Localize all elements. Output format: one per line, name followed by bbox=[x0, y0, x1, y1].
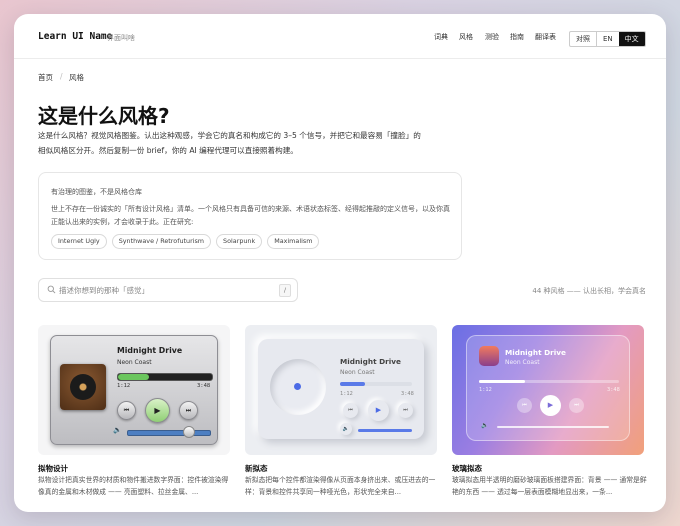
neumorph-player: Midnight Drive Neon Coast 1:12 3:48 ⏮ ▶ … bbox=[258, 339, 424, 439]
play-button[interactable]: ▶ bbox=[145, 398, 170, 423]
progress-bar[interactable] bbox=[117, 373, 213, 381]
dial-ring[interactable] bbox=[270, 359, 326, 415]
time-total: 3:48 bbox=[197, 383, 211, 389]
next-button[interactable]: ⏭ bbox=[179, 401, 198, 420]
style-count: 44 种风格 —— 认出长相，学会真名 bbox=[532, 287, 646, 295]
breadcrumb-separator: / bbox=[60, 72, 63, 81]
progress-bar[interactable] bbox=[479, 380, 619, 383]
card-title[interactable]: 新拟态 bbox=[245, 463, 268, 474]
track-title: Midnight Drive bbox=[340, 357, 401, 366]
info-box-title: 有治理的图鉴，不是风格仓库 bbox=[51, 188, 142, 196]
browser-window: Learn UI Name 界面叫啥 词典 风格 测验 指南 翻译表 对照 EN… bbox=[14, 14, 666, 512]
play-icon: ▶ bbox=[375, 406, 382, 414]
next-button[interactable]: ⏭ bbox=[398, 403, 413, 418]
track-artist: Neon Coast bbox=[340, 369, 375, 376]
brand-logo[interactable]: Learn UI Name bbox=[38, 31, 112, 42]
dial-dot bbox=[294, 383, 301, 390]
track-title: Midnight Drive bbox=[117, 346, 183, 355]
info-box: 有治理的图鉴，不是风格仓库 世上不存在一份诚实的「所有设计风格」清单。一个风格只… bbox=[38, 172, 462, 260]
page-title: 这是什么风格? bbox=[38, 104, 170, 128]
card-description: 拟物设计把真实世界的材质和物件搬进数字界面：控件被渲染得像真的金属和木材做成 —… bbox=[38, 476, 229, 496]
play-icon: ▶ bbox=[154, 406, 161, 415]
previous-button[interactable]: ⏮ bbox=[343, 403, 358, 418]
search-box: / bbox=[38, 278, 298, 302]
lang-zh[interactable]: 中文 bbox=[618, 32, 645, 46]
previous-icon: ⏮ bbox=[123, 407, 130, 414]
breadcrumb-home[interactable]: 首页 bbox=[38, 72, 53, 83]
play-button[interactable]: ▶ bbox=[368, 400, 389, 421]
style-card-skeuomorphism[interactable]: Midnight Drive Neon Coast 1:12 3:48 ⏮ ▶ … bbox=[38, 325, 230, 455]
volume-icon: 🔈 bbox=[340, 423, 352, 435]
search-icon bbox=[47, 285, 56, 294]
skeuo-player: Midnight Drive Neon Coast 1:12 3:48 ⏮ ▶ … bbox=[50, 335, 218, 445]
time-elapsed: 1:12 bbox=[117, 383, 131, 389]
language-switcher: 对照 EN 中文 bbox=[569, 31, 646, 47]
chip-solarpunk[interactable]: Solarpunk bbox=[216, 234, 263, 249]
previous-icon: ⏮ bbox=[522, 402, 527, 408]
page-intro: 这是什么风格？视觉风格图鉴。认出这种观感，学会它的真名和构成它的 3–5 个信号… bbox=[38, 131, 421, 155]
site-header: Learn UI Name 界面叫啥 词典 风格 测验 指南 翻译表 对照 EN… bbox=[14, 14, 666, 59]
next-button[interactable]: ⏭ bbox=[569, 398, 584, 413]
volume-slider[interactable] bbox=[127, 430, 211, 436]
search-input[interactable] bbox=[59, 282, 259, 298]
play-button[interactable]: ▶ bbox=[540, 395, 561, 416]
progress-fill bbox=[340, 382, 366, 386]
next-icon: ⏭ bbox=[403, 407, 408, 413]
volume-knob[interactable] bbox=[183, 426, 195, 438]
lang-en[interactable]: EN bbox=[596, 32, 619, 46]
vinyl-icon bbox=[70, 374, 96, 400]
info-box-text: 世上不存在一份诚实的「所有设计风格」清单。一个风格只有具备可信的来源、术语状态标… bbox=[51, 205, 450, 226]
nav-dictionary[interactable]: 词典 bbox=[434, 32, 448, 42]
track-title: Midnight Drive bbox=[505, 348, 566, 357]
search-shortcut-key: / bbox=[279, 284, 291, 297]
nav-quiz[interactable]: 测验 bbox=[485, 32, 499, 42]
chip-maximalism[interactable]: Maximalism bbox=[267, 234, 320, 249]
previous-button[interactable]: ⏮ bbox=[117, 401, 136, 420]
play-icon: ▶ bbox=[547, 401, 554, 409]
card-description: 玻璃拟态用半透明的磨砂玻璃面板搭建界面：背景 —— 通常是鲜艳的东西 —— 透过… bbox=[452, 476, 647, 496]
time-total: 3:48 bbox=[607, 387, 620, 393]
time-elapsed: 1:12 bbox=[340, 391, 353, 397]
card-title[interactable]: 拟物设计 bbox=[38, 463, 68, 474]
lang-compare[interactable]: 对照 bbox=[570, 32, 596, 46]
previous-button[interactable]: ⏮ bbox=[517, 398, 532, 413]
style-card-glassmorphism[interactable]: Midnight Drive Neon Coast 1:12 3:48 ⏮ ▶ … bbox=[452, 325, 644, 455]
brand-subtitle: 界面叫啥 bbox=[107, 34, 135, 42]
next-icon: ⏭ bbox=[574, 402, 579, 408]
track-artist: Neon Coast bbox=[505, 359, 540, 366]
volume-slider[interactable] bbox=[497, 426, 609, 428]
volume-icon: 🔈 bbox=[481, 422, 489, 429]
card-title[interactable]: 玻璃拟态 bbox=[452, 463, 482, 474]
album-art bbox=[60, 364, 106, 410]
time-total: 3:48 bbox=[401, 391, 414, 397]
progress-fill bbox=[118, 374, 150, 380]
chip-synthwave[interactable]: Synthwave / Retrofuturism bbox=[111, 234, 212, 249]
card-description: 新拟态把每个控件都渲染得像从页面本身挤出来、或压进去的一样：背景和控件共享同一种… bbox=[245, 476, 436, 496]
nav-translation-table[interactable]: 翻译表 bbox=[535, 32, 556, 42]
album-art bbox=[479, 346, 499, 366]
breadcrumb-current: 风格 bbox=[69, 73, 84, 82]
time-elapsed: 1:12 bbox=[479, 387, 492, 393]
chip-internet-ugly[interactable]: Internet Ugly bbox=[51, 234, 107, 249]
previous-icon: ⏮ bbox=[348, 407, 353, 413]
style-card-neumorphism[interactable]: Midnight Drive Neon Coast 1:12 3:48 ⏮ ▶ … bbox=[245, 325, 437, 455]
nav-styles[interactable]: 风格 bbox=[459, 32, 473, 42]
next-icon: ⏭ bbox=[185, 407, 192, 414]
nav-guide[interactable]: 指南 bbox=[510, 32, 524, 42]
volume-icon: 🔈 bbox=[113, 426, 122, 434]
progress-fill bbox=[479, 380, 526, 383]
volume-slider[interactable] bbox=[358, 429, 412, 432]
progress-bar[interactable] bbox=[340, 382, 412, 386]
research-chips: Internet Ugly Synthwave / Retrofuturism … bbox=[51, 234, 320, 249]
glass-player: Midnight Drive Neon Coast 1:12 3:48 ⏮ ▶ … bbox=[466, 335, 630, 441]
track-artist: Neon Coast bbox=[117, 359, 152, 366]
